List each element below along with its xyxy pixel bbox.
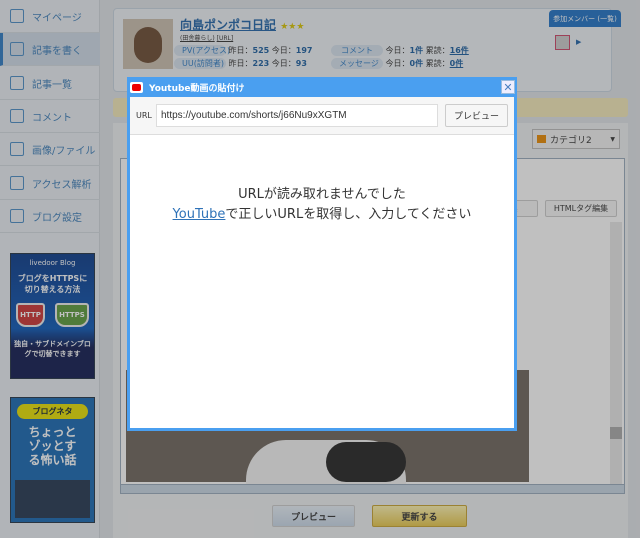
- youtube-embed-dialog: Youtube動画の貼付け ✕ URL プレビュー URLが読み取れませんでした…: [127, 77, 517, 431]
- url-label: URL: [136, 111, 152, 120]
- dialog-title: Youtube動画の貼付け: [149, 83, 245, 94]
- error-line-2: で正しいURLを取得し、入力してください: [225, 207, 472, 222]
- error-message: URLが読み取れませんでした YouTubeで正しいURLを取得し、入力してくだ…: [130, 185, 514, 225]
- youtube-link[interactable]: YouTube: [173, 207, 226, 222]
- url-row: URL プレビュー: [130, 97, 514, 135]
- dialog-titlebar[interactable]: Youtube動画の貼付け ✕: [127, 77, 517, 97]
- error-line-1: URLが読み取れませんでした: [238, 187, 406, 202]
- url-input[interactable]: [156, 104, 438, 127]
- close-icon[interactable]: ✕: [501, 80, 515, 94]
- youtube-icon: [130, 81, 143, 93]
- dialog-preview-button[interactable]: プレビュー: [445, 104, 508, 127]
